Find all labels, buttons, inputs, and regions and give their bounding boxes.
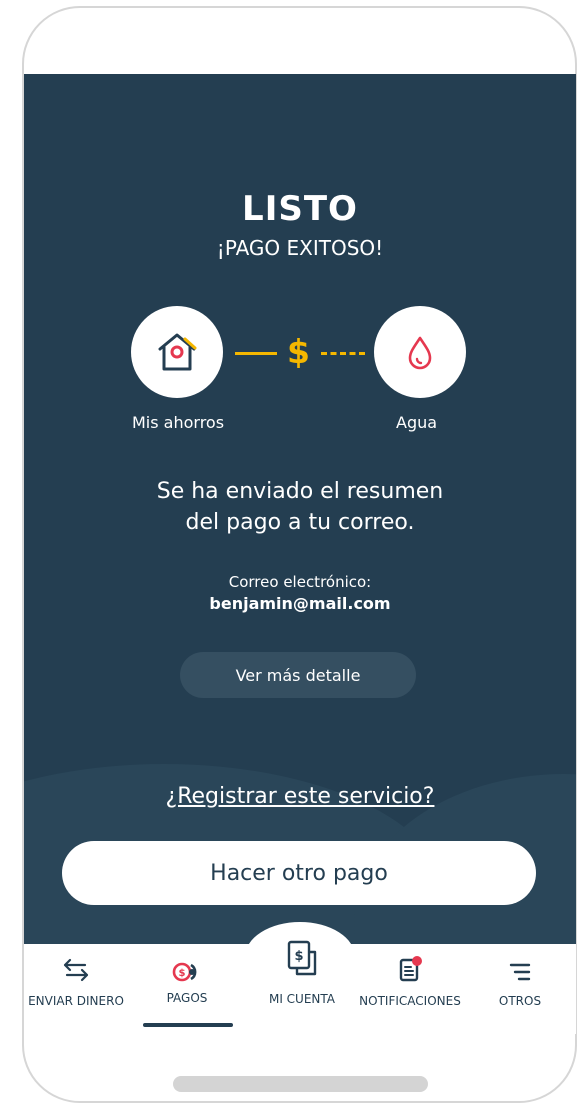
bottom-tab-bar: ENVIAR DINERO $ PAGOS $ MI CUENTA NOTIFI…	[24, 940, 576, 1034]
tab-otros[interactable]: OTROS	[482, 944, 558, 1034]
svg-text:$: $	[179, 968, 186, 979]
tab-label: ENVIAR DINERO	[28, 994, 124, 1008]
make-another-payment-button[interactable]: Hacer otro pago	[62, 841, 536, 905]
notification-document-icon	[399, 956, 422, 982]
tab-enviar-dinero[interactable]: ENVIAR DINERO	[24, 944, 128, 1034]
tab-label: PAGOS	[166, 991, 208, 1005]
active-tab-indicator	[143, 1023, 233, 1027]
water-service-circle	[374, 306, 466, 398]
tab-label: OTROS	[498, 994, 542, 1008]
tab-label: MI CUENTA	[268, 992, 336, 1006]
svg-text:$: $	[294, 949, 303, 964]
house-savings-icon	[158, 333, 197, 371]
tab-pagos[interactable]: $ PAGOS	[142, 944, 232, 1034]
savings-account-circle	[131, 306, 223, 398]
water-drop-icon	[408, 336, 432, 370]
confirmation-line-2: del pago a tu correo.	[185, 510, 415, 535]
success-subtitle: ¡PAGO EXITOSO!	[216, 236, 384, 260]
tab-label: NOTIFICACIONES	[359, 994, 461, 1008]
menu-lines-icon	[509, 963, 531, 981]
email-label: Correo electrónico:	[228, 573, 372, 591]
register-service-link[interactable]: ¿Registrar este servicio?	[24, 784, 576, 809]
to-service-label: Agua	[396, 413, 438, 432]
transfer-arrows-icon	[63, 958, 89, 982]
success-title: LISTO	[242, 189, 358, 229]
currency-symbol: $	[287, 332, 310, 371]
confirmation-message: Se ha enviado el resumen del pago a tu c…	[24, 476, 576, 538]
receipt-dollar-icon: $	[287, 940, 317, 976]
from-account-label: Mis ahorros	[132, 413, 225, 432]
email-value: benjamin@mail.com	[209, 594, 391, 613]
tab-mi-cuenta[interactable]: $ MI CUENTA	[252, 938, 352, 1028]
tab-notificaciones[interactable]: NOTIFICACIONES	[354, 944, 466, 1034]
coins-icon: $	[172, 962, 197, 982]
transfer-line	[235, 352, 277, 355]
confirmation-line-1: Se ha enviado el resumen	[156, 479, 444, 504]
view-details-button[interactable]: Ver más detalle	[180, 652, 416, 698]
home-indicator[interactable]	[173, 1076, 428, 1092]
success-screen: LISTO ¡PAGO EXITOSO! $ Mis ahorros Agua …	[24, 74, 576, 946]
transfer-dashed-line	[321, 352, 365, 355]
